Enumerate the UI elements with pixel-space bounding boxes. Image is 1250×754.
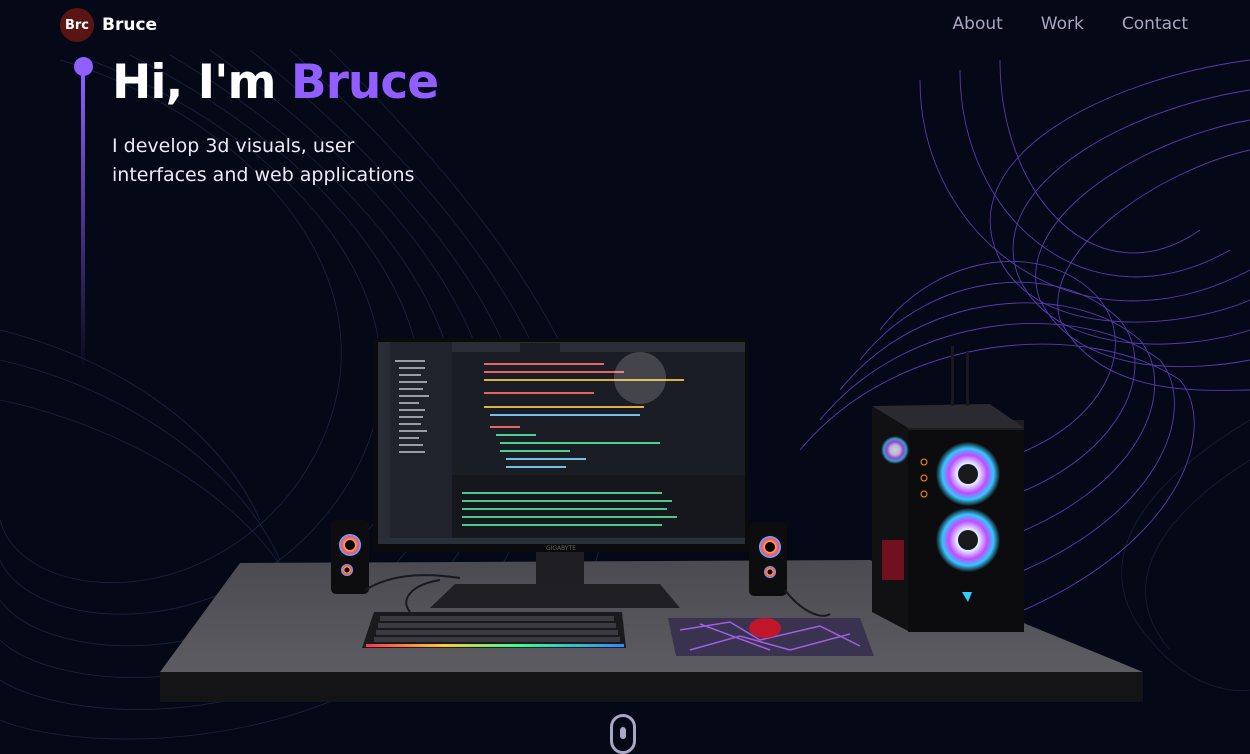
mouse [749,618,781,638]
monitor-stand-base [430,584,680,608]
desk-front [160,672,1143,702]
monitor-stand-neck [536,548,584,584]
monitor-brand: GIGABYTE [546,545,576,552]
3d-computer-scene[interactable]: GIGABYTE [0,0,1250,748]
left-speaker [331,520,369,594]
right-speaker [749,522,787,596]
scroll-dot [620,727,626,739]
scroll-mouse-icon[interactable] [610,714,636,754]
